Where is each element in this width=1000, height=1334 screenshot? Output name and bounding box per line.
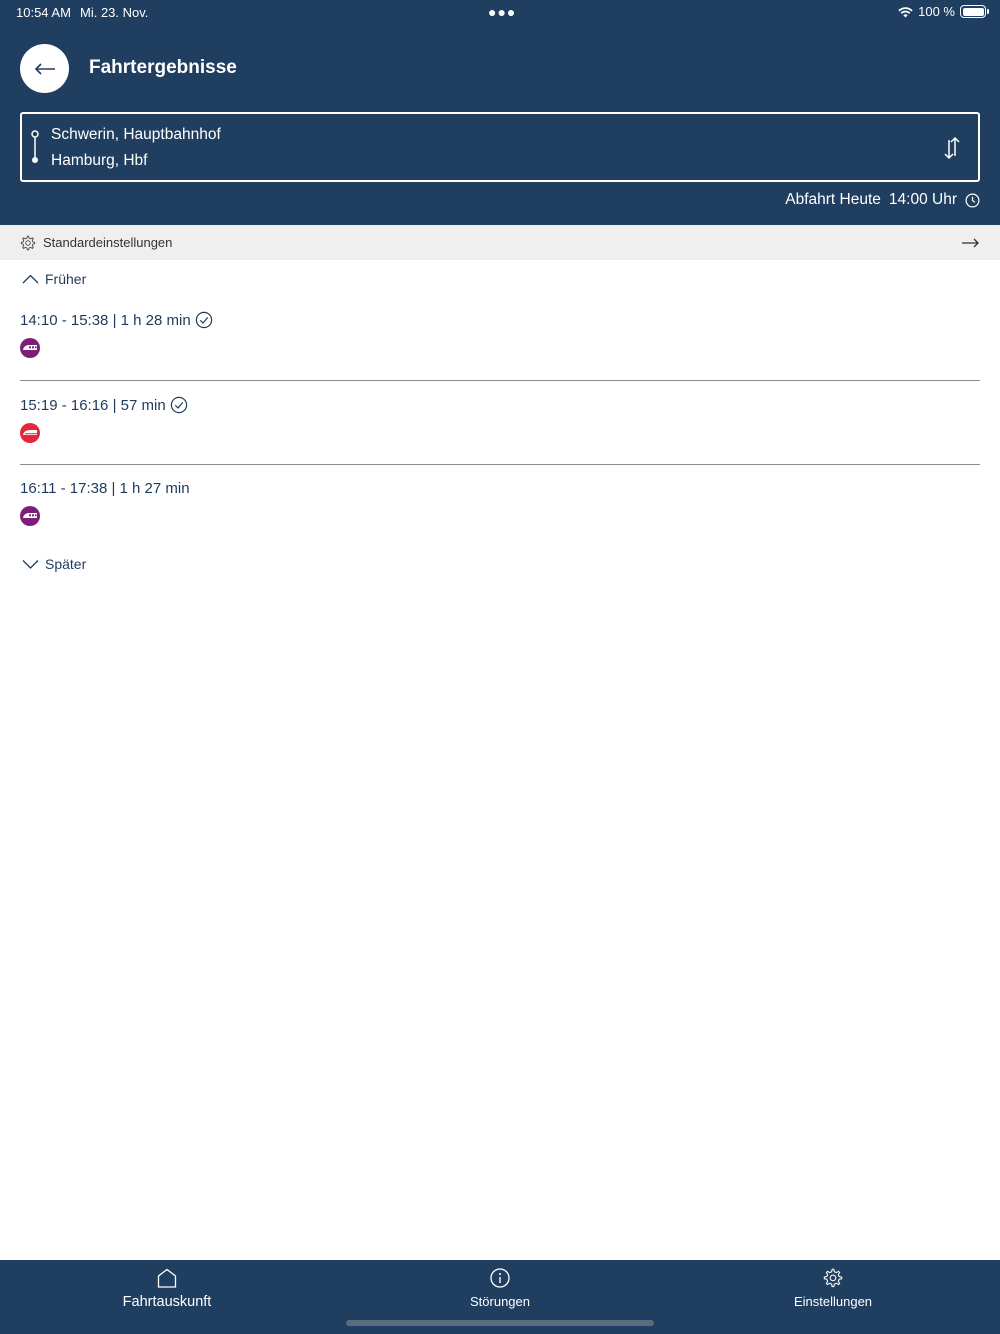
route-box[interactable]: Schwerin, Hauptbahnhof Hamburg, Hbf — [20, 112, 980, 182]
tab-stoerungen[interactable]: Störungen — [400, 1268, 600, 1309]
default-settings-bar[interactable]: Standardeinstellungen — [0, 225, 1000, 260]
gear-icon — [20, 235, 36, 250]
swap-direction-icon[interactable] — [940, 134, 964, 162]
wifi-icon — [898, 6, 913, 17]
arrow-right-icon — [962, 238, 979, 247]
departure-selector[interactable]: Abfahrt Heute 14:00 Uhr — [785, 191, 980, 209]
clock-icon — [965, 193, 980, 207]
check-circle-icon — [170, 396, 187, 414]
page-title: Fahrtergebnisse — [89, 57, 237, 78]
gear-icon — [823, 1268, 843, 1288]
settings-bar-label: Standardeinstellungen — [43, 235, 173, 250]
tab-einstellungen[interactable]: Einstellungen — [733, 1268, 933, 1309]
tab-label: Einstellungen — [793, 1294, 873, 1309]
battery-icon — [960, 5, 989, 18]
divider — [20, 464, 980, 465]
regional-train-icon — [20, 338, 40, 358]
status-bar: 10:54 AM Mi. 23. Nov. ●●● 100 % — [0, 0, 1000, 24]
trip-summary: 15:19 - 16:16 | 57 min — [20, 396, 166, 414]
check-circle-icon — [195, 311, 212, 329]
home-indicator[interactable] — [346, 1320, 654, 1326]
regional-train-icon — [20, 506, 40, 526]
trip-summary: 14:10 - 15:38 | 1 h 28 min — [20, 311, 191, 329]
tab-label: Störungen — [470, 1294, 530, 1309]
home-icon — [157, 1268, 177, 1288]
earlier-label: Früher — [45, 271, 87, 287]
back-button[interactable] — [20, 44, 69, 93]
divider — [20, 380, 980, 381]
intercity-train-icon — [20, 423, 40, 443]
trip-row-1[interactable]: 14:10 - 15:38 | 1 h 28 min — [20, 311, 980, 363]
chevron-up-icon — [22, 274, 39, 284]
battery-percent: 100 % — [918, 4, 955, 19]
departure-label: Abfahrt Heute — [785, 191, 881, 208]
route-from[interactable]: Schwerin, Hauptbahnhof — [51, 126, 221, 144]
multitasking-dots-icon[interactable]: ●●● — [488, 4, 516, 20]
header: 10:54 AM Mi. 23. Nov. ●●● 100 % Fahrterg… — [0, 0, 1000, 225]
trip-row-3[interactable]: 16:11 - 17:38 | 1 h 27 min — [20, 480, 980, 531]
chevron-down-icon — [22, 560, 39, 569]
later-label: Später — [45, 556, 87, 572]
tab-fahrtauskunft[interactable]: Fahrtauskunft — [67, 1268, 267, 1310]
trip-row-2[interactable]: 15:19 - 16:16 | 57 min — [20, 396, 980, 448]
earlier-button[interactable]: Früher — [22, 271, 86, 287]
trip-summary: 16:11 - 17:38 | 1 h 27 min — [20, 480, 190, 497]
status-right: 100 % — [898, 4, 989, 19]
route-to[interactable]: Hamburg, Hbf — [51, 152, 147, 170]
status-time: 10:54 AM — [16, 5, 71, 20]
departure-time: 14:00 Uhr — [888, 191, 957, 208]
arrow-left-icon — [34, 62, 55, 75]
route-line-icon — [31, 130, 39, 163]
info-icon — [490, 1268, 510, 1288]
tab-label: Fahrtauskunft — [122, 1294, 212, 1310]
status-date: Mi. 23. Nov. — [80, 5, 149, 20]
later-button[interactable]: Später — [22, 556, 86, 572]
